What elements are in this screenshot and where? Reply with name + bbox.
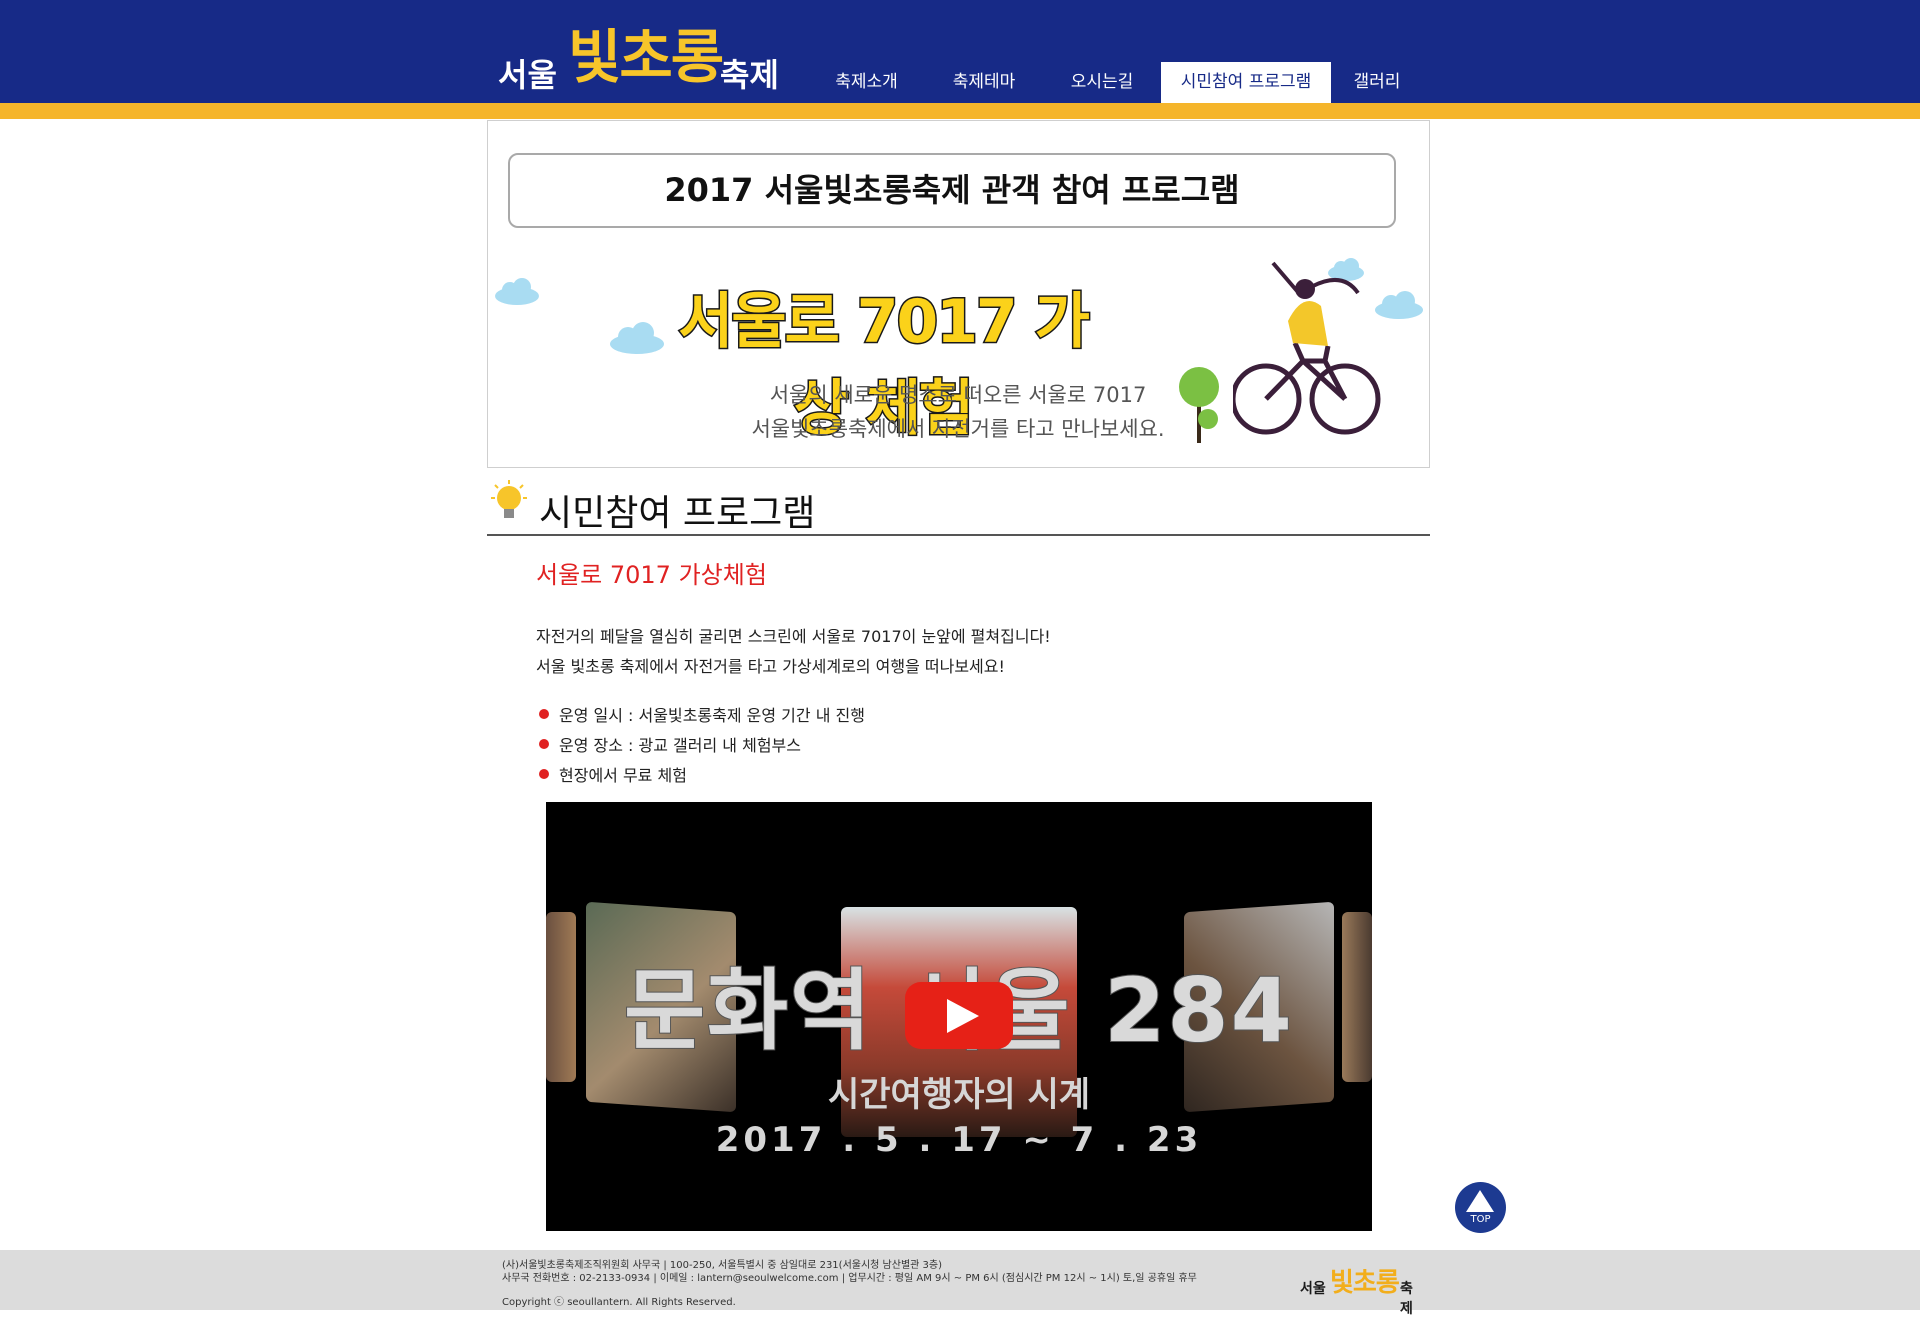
bullet-text: 운영 일시 : 서울빛초롱축제 운영 기간 내 진행 <box>559 706 865 725</box>
site-footer: (사)서울빛초롱축제조직위원회 사무국 | 100-250, 서울특별시 중 삼… <box>0 1250 1920 1317</box>
program-banner: 2017 서울빛초롱축제 관객 참여 프로그램 서울로 7017 가상 체험 서… <box>487 120 1430 468</box>
footer-logo: 서울 빛초롱 축제 <box>1300 1260 1420 1317</box>
logo-text-festival: 축제 <box>720 56 779 94</box>
site-logo[interactable]: 서울 빛초롱 축제 <box>498 8 788 104</box>
main-nav: 축제소개 축제테마 오시는길 시민참여 프로그램 갤러리 <box>808 62 1423 103</box>
bullet-dot <box>539 769 549 779</box>
program-info-location: 운영 장소 : 광교 갤러리 내 체험부스 <box>536 732 801 756</box>
scroll-top-button[interactable]: TOP <box>1455 1182 1506 1233</box>
nav-item-gallery[interactable]: 갤러리 <box>1331 62 1423 103</box>
footer-copyright: Copyright ⓒ seoullantern. All Rights Res… <box>502 1297 736 1308</box>
section-title: 시민참여 프로그램 <box>539 493 816 534</box>
site-header: 서울 빛초롱 축제 축제소개 축제테마 오시는길 시민참여 프로그램 갤러리 <box>0 0 1920 103</box>
nav-item-directions[interactable]: 오시는길 <box>1043 62 1161 103</box>
bullet-text: 운영 장소 : 광교 갤러리 내 체험부스 <box>559 736 801 755</box>
bullet-dot <box>539 709 549 719</box>
banner-desc-line1: 서울의 새로운 명소로 떠오른 서울로 7017 <box>769 383 1147 407</box>
video-subtitle: 시간여행자의 시계 <box>827 1075 1091 1115</box>
logo-text-seoul: 서울 <box>498 56 557 94</box>
nav-item-citizen-program[interactable]: 시민참여 프로그램 <box>1161 62 1331 103</box>
program-info-schedule: 운영 일시 : 서울빛초롱축제 운영 기간 내 진행 <box>536 702 865 726</box>
footer-logo-festival: 축제 <box>1400 1281 1413 1317</box>
program-info-free: 현장에서 무료 체험 <box>536 762 687 786</box>
footer-logo-seoul: 서울 <box>1300 1281 1326 1297</box>
bulb-icon <box>491 480 527 518</box>
logo-text-bitchorong: 빛초롱 <box>568 23 724 91</box>
program-title: 서울로 7017 가상체험 <box>536 561 767 589</box>
footer-logo-bitchorong: 빛초롱 <box>1330 1268 1400 1298</box>
footer-contact: 사무국 전화번호 : 02-2133-0934 | 이메일 : lantern@… <box>502 1273 1197 1284</box>
header-stripe <box>0 103 1920 119</box>
video-player[interactable]: 문화역 서울 284 시간여행자의 시계 2017 . 5 . 17 ~ 7 .… <box>546 802 1372 1231</box>
top-button-label: TOP <box>1470 1214 1491 1225</box>
bullet-text: 현장에서 무료 체험 <box>559 766 687 785</box>
play-icon[interactable] <box>905 982 1013 1049</box>
nav-item-festival-theme[interactable]: 축제테마 <box>925 62 1043 103</box>
bicycle-icon <box>1233 261 1381 435</box>
banner-desc-line2: 서울빛초롱축제에서 자전거를 타고 만나보세요. <box>751 417 1165 441</box>
program-description-line2: 서울 빛초롱 축제에서 자전거를 타고 가상세계로의 여행을 떠나보세요! <box>536 657 1005 676</box>
tree-icon <box>1179 367 1219 443</box>
video-date: 2017 . 5 . 17 ~ 7 . 23 <box>715 1120 1203 1160</box>
banner-title: 2017 서울빛초롱축제 관객 참여 프로그램 <box>508 153 1396 228</box>
top-arrow-icon <box>1466 1190 1494 1212</box>
section-header: 시민참여 프로그램 <box>487 478 1430 536</box>
cloud-icon <box>495 278 539 305</box>
bullet-dot <box>539 739 549 749</box>
nav-item-festival-intro[interactable]: 축제소개 <box>808 62 925 103</box>
program-description-line1: 자전거의 페달을 열심히 굴리면 스크린에 서울로 7017이 눈앞에 펼쳐집니… <box>536 627 1051 646</box>
